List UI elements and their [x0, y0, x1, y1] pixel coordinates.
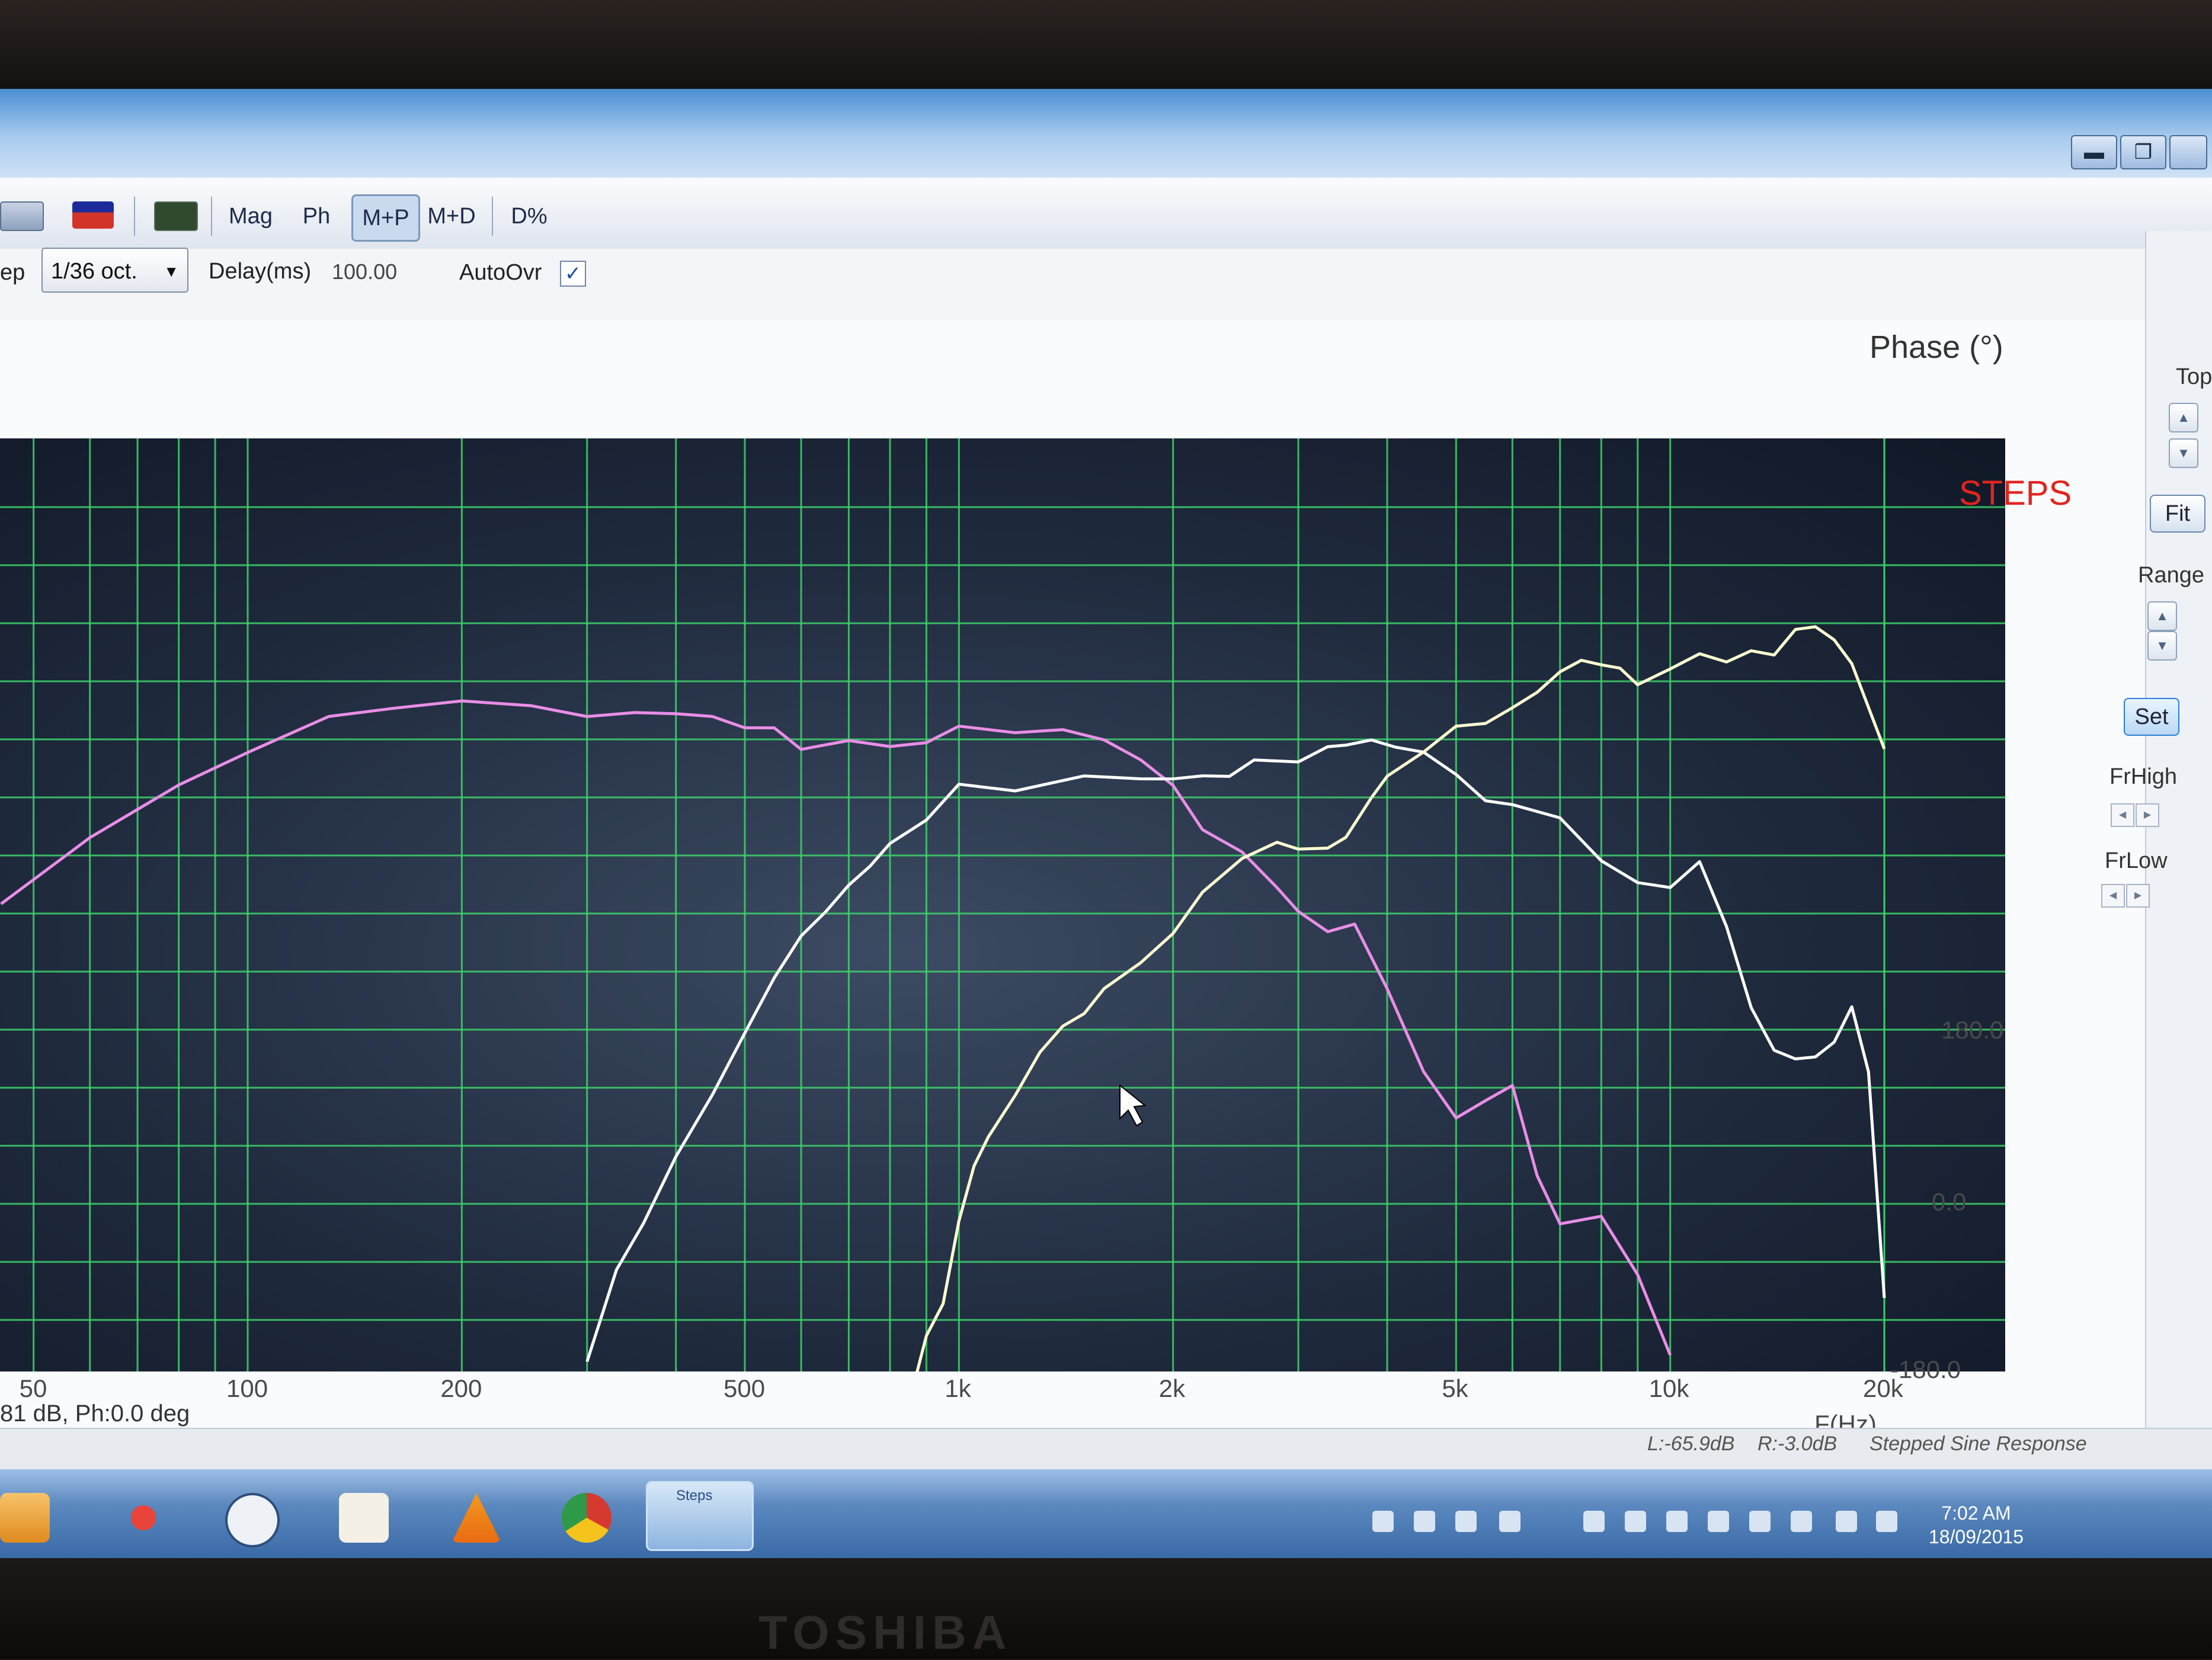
generator-icon[interactable]: [0, 201, 44, 231]
monitor-brand-logo: TOSHIBA: [758, 1606, 1013, 1659]
signal-icon[interactable]: [1836, 1511, 1857, 1532]
mouse-cursor-icon: [1119, 1084, 1147, 1127]
frhigh-label: FrHigh: [2109, 764, 2178, 789]
step-label: ep: [0, 260, 25, 285]
taskbar-clock[interactable]: 7:02 AM 18/09/2015: [1917, 1501, 2035, 1549]
status-mode: Stepped Sine Response: [1870, 1433, 2087, 1455]
top-down-button[interactable]: ▼: [2169, 438, 2198, 468]
set-button[interactable]: Set: [2124, 698, 2179, 736]
frlow-label: FrLow: [2105, 848, 2168, 873]
x-tick-label: 5k: [1442, 1374, 1468, 1402]
plot-area: [0, 438, 2005, 1371]
top-up-button[interactable]: ▲: [2169, 403, 2198, 432]
status-right-level: R:-3.0dB: [1758, 1433, 1838, 1455]
tray-icon[interactable]: [1625, 1511, 1646, 1532]
phase-series-line: [915, 625, 1886, 1371]
toolbar-separator: [134, 197, 135, 236]
x-tick-label: 200: [440, 1374, 482, 1402]
delay-input[interactable]: 100.00: [332, 251, 421, 293]
spectrum-icon[interactable]: [72, 201, 114, 229]
x-tick-label: 10k: [1648, 1374, 1689, 1402]
phase-series-line: [585, 738, 1886, 1363]
scope-icon[interactable]: [154, 201, 198, 231]
x-tick-label: 1k: [945, 1374, 971, 1402]
steps-watermark: STEPS: [1959, 474, 2072, 513]
cursor-readout: 81 dB, Ph:0.0 deg: [0, 1401, 190, 1427]
step-dropdown[interactable]: 1/36 oct. ▼: [41, 248, 188, 293]
toolbar-separator: [211, 197, 212, 236]
phase-series-line: [0, 699, 1672, 1356]
x-tick-label: 500: [723, 1374, 766, 1402]
chevron-down-icon: ▼: [164, 262, 179, 280]
ph-button[interactable]: Ph: [293, 194, 340, 238]
steps-taskbar-button[interactable]: Steps: [646, 1481, 754, 1551]
toolbar-separator: [492, 197, 493, 236]
media-player-icon[interactable]: [0, 1493, 50, 1543]
monitor-bezel-top: [0, 0, 2212, 89]
delay-label: Delay(ms): [209, 259, 312, 284]
mag-button[interactable]: Mag: [224, 194, 277, 238]
mp-button[interactable]: M+P: [351, 194, 420, 242]
step-dropdown-value: 1/36 oct.: [51, 259, 137, 284]
range-up-button[interactable]: ▲: [2147, 601, 2177, 631]
tray-icon[interactable]: [1414, 1511, 1435, 1532]
tray-icon[interactable]: [1666, 1511, 1688, 1532]
windows-flag-icon[interactable]: [1499, 1511, 1520, 1532]
minimize-button[interactable]: ▬: [2071, 135, 2117, 169]
pin-icon[interactable]: [119, 1493, 168, 1543]
phase-chart: [0, 438, 2005, 1371]
fit-button[interactable]: Fit: [2150, 495, 2205, 533]
clock-date: 18/09/2015: [1928, 1526, 2024, 1547]
tray-icon[interactable]: [1791, 1511, 1812, 1532]
autoovr-label: AutoOvr: [459, 260, 542, 285]
x-tick-label: 100: [226, 1374, 268, 1402]
chrome-icon[interactable]: [562, 1493, 612, 1543]
status-left-level: L:-65.9dB: [1647, 1433, 1735, 1455]
frlow-left-button[interactable]: ◀: [2101, 884, 2125, 908]
frlow-right-button[interactable]: ▶: [2126, 884, 2150, 908]
monitor-bezel-bottom: [0, 1558, 2212, 1659]
distortion-percent-button[interactable]: D%: [502, 194, 556, 238]
autoovr-checkbox[interactable]: ✓: [560, 261, 586, 287]
range-label: Range: [2138, 563, 2204, 588]
x-tick-label: 50: [19, 1374, 47, 1402]
x-tick-label: 20k: [1863, 1374, 1903, 1402]
range-down-button[interactable]: ▼: [2147, 631, 2177, 661]
clock-time: 7:02 AM: [1941, 1502, 2011, 1524]
y-tick-label: 0.0: [1932, 1188, 1967, 1216]
frhigh-left-button[interactable]: ◀: [2111, 803, 2134, 827]
y-tick-label: 180.0: [1941, 1016, 2004, 1044]
md-button[interactable]: M+D: [422, 194, 481, 238]
window-titlebar: ▬ ❐: [0, 89, 2212, 178]
action-center-flag-icon[interactable]: [1749, 1511, 1771, 1532]
tray-icon[interactable]: [1455, 1511, 1477, 1532]
document-icon[interactable]: [339, 1493, 389, 1543]
frhigh-right-button[interactable]: ▶: [2136, 803, 2159, 827]
y-axis-title: Phase (°): [1870, 329, 2003, 365]
tray-icon[interactable]: [1583, 1511, 1605, 1532]
volume-icon[interactable]: [1876, 1511, 1897, 1532]
tray-icon[interactable]: [1372, 1511, 1394, 1532]
close-button[interactable]: [2169, 135, 2207, 169]
clock-app-icon[interactable]: [225, 1493, 280, 1547]
steps-taskbar-label: Steps: [676, 1488, 713, 1504]
top-label: Top: [2176, 364, 2212, 389]
restore-button[interactable]: ❐: [2120, 135, 2166, 169]
x-tick-label: 2k: [1158, 1374, 1186, 1402]
tray-icon[interactable]: [1708, 1511, 1729, 1532]
